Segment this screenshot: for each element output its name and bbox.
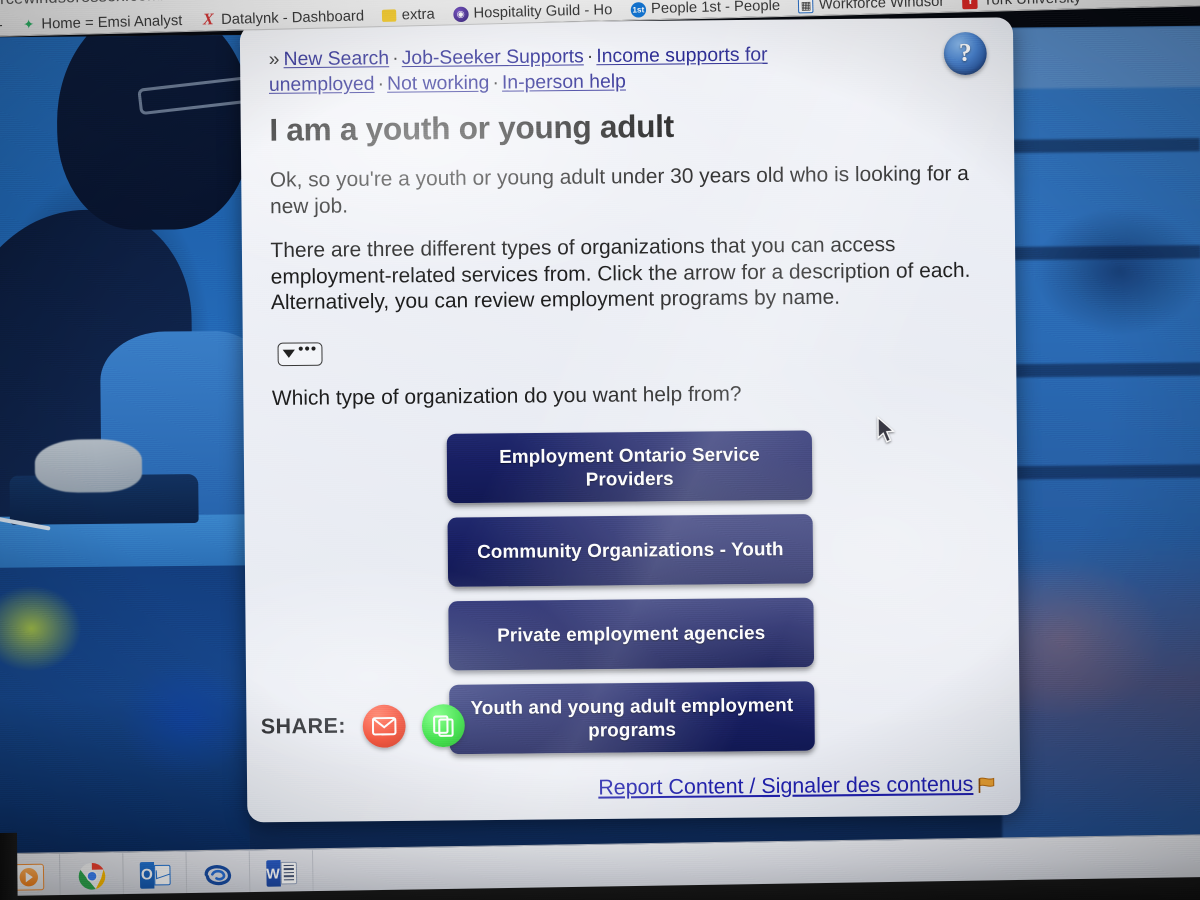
bookmark-extra-folder[interactable]: extra (373, 2, 444, 28)
report-content-row: Report Content / Signaler des contenus (598, 772, 998, 800)
taskbar-item-swirl-app[interactable] (186, 850, 251, 897)
bookmark-label: Datalynk - Dashboard (220, 8, 365, 29)
grid-icon: ▦ (798, 0, 814, 13)
bookmark-datalynk-dashboard[interactable]: X Datalynk - Dashboard (191, 4, 373, 33)
help-icon[interactable]: ? (943, 31, 987, 76)
taskbar-item-outlook[interactable]: O (123, 851, 188, 898)
bookmark-label: York University (983, 0, 1081, 9)
taskbar-item-microsoft-word[interactable]: W (249, 849, 314, 896)
question-text: Which type of organization do you want h… (271, 381, 742, 410)
breadcrumb-separator: · (377, 73, 385, 95)
share-row: SHARE: (261, 704, 465, 749)
leaf-icon: ✦ (22, 16, 35, 33)
breadcrumb-link-job-seeker-supports[interactable]: Job-Seeker Supports (402, 46, 584, 69)
intro-paragraph-1: Ok, so you're a youth or young adult und… (269, 161, 969, 218)
bookmark-emsi-analyst[interactable]: ✦ Home = Emsi Analyst (12, 8, 192, 37)
background-photo-office-right (994, 25, 1200, 849)
breadcrumb-chevron: » (268, 48, 280, 71)
breadcrumb-separator: · (392, 47, 399, 70)
people-1st-icon: 1st (630, 1, 647, 18)
outlook-icon: O (139, 859, 171, 890)
bookmark-workforce-windsor[interactable]: ▦ Workforce Windsor (789, 0, 954, 18)
york-icon: Y (962, 0, 979, 9)
breadcrumb-link-not-working[interactable]: Not working (387, 72, 490, 94)
background-photo-lower-left (0, 565, 250, 854)
breadcrumb-link-in-person-help[interactable]: In-person help (502, 71, 626, 94)
copy-icon[interactable] (421, 704, 465, 748)
option-button-employment-ontario-service-providers[interactable]: Employment Ontario Service Providers (446, 429, 813, 503)
bookmark-people-1st[interactable]: 1st People 1st - People (621, 0, 789, 22)
bookmark-label: People 1st - People (650, 0, 781, 18)
bookmark-label: extra (401, 6, 435, 24)
swirl-icon (202, 858, 233, 889)
globe-icon: ◉ (452, 6, 469, 22)
envelope-icon[interactable] (362, 704, 406, 748)
breadcrumb-separator: · (492, 72, 500, 94)
option-button-community-organizations-youth[interactable]: Community Organizations - Youth (447, 513, 814, 587)
breadcrumb: » New Search · Job-Seeker Supports · Income s… (254, 41, 866, 98)
option-button-private-employment-agencies[interactable]: Private employment agencies (448, 597, 815, 671)
bookmark-label: Home = Emsi Analyst (41, 12, 183, 33)
breadcrumb-link-new-search[interactable]: New Search (283, 48, 389, 70)
breadcrumb-separator: · (586, 45, 594, 68)
flag-icon (975, 774, 998, 795)
ellipsis-icon: ••• (297, 340, 318, 358)
bookmark-label: Windsor- (0, 17, 3, 36)
photographed-screen: Software By Avinue Web Services »New Sea… (0, 0, 1200, 900)
bookmark-hospitality-guild[interactable]: ◉ Hospitality Guild - Ho (444, 0, 622, 27)
intro-paragraph-2: There are three different types of organ… (270, 232, 971, 315)
mouse-cursor (877, 416, 896, 443)
bookmark-york-university[interactable]: Y York University (953, 0, 1090, 14)
monitor-screen: Software By Avinue Web Services »New Sea… (0, 0, 1200, 900)
share-label: SHARE: (260, 714, 347, 739)
datalynk-icon: X (202, 10, 214, 29)
option-button-youth-and-young-adult-employment-programs[interactable]: Youth and young adult employment program… (449, 680, 815, 754)
taskbar-item-google-chrome[interactable] (60, 852, 124, 899)
folder-icon (382, 9, 397, 22)
report-content-link[interactable]: Report Content / Signaler des contenus (598, 773, 973, 801)
page-title: I am a youth or young adult (269, 108, 675, 148)
bookmark-windsor[interactable]: Windsor- (0, 13, 12, 39)
monitor-bezel-left (0, 832, 18, 900)
chevron-down-icon (282, 349, 296, 358)
expand-descriptions-button[interactable]: ••• (277, 340, 323, 366)
chrome-icon (76, 860, 107, 891)
bookmark-label: Workforce Windsor (818, 0, 945, 13)
word-icon: W (265, 857, 297, 888)
content-card: » New Search · Job-Seeker Supports · Income s… (239, 17, 1021, 823)
bookmark-label: Hospitality Guild - Ho (473, 1, 613, 22)
background-photo-person-at-desk (0, 25, 266, 579)
